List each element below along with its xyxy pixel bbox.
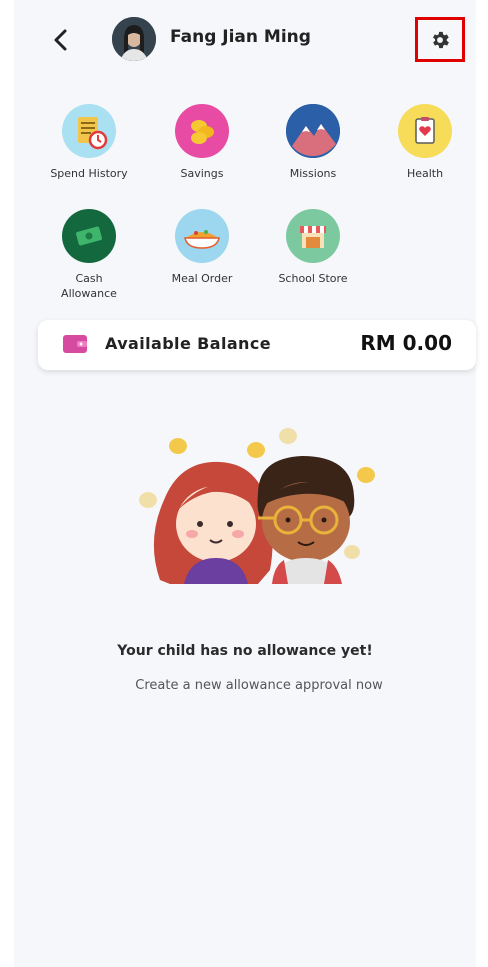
menu-label: School Store <box>278 272 348 285</box>
menu-item-missions[interactable]: Missions <box>263 104 363 181</box>
empty-state-title: Your child has no allowance yet! <box>117 643 373 659</box>
back-button[interactable] <box>48 24 76 56</box>
balance-card[interactable]: Available Balance RM 0.00 <box>38 320 476 370</box>
cash-allowance-icon <box>62 209 116 263</box>
user-name: Fang Jian Ming <box>170 27 311 47</box>
wallet-icon <box>63 335 87 353</box>
menu-label: Missions <box>289 167 337 180</box>
empty-state-subtitle: Create a new allowance approval now <box>135 678 383 693</box>
menu-item-health[interactable]: Health <box>375 104 475 181</box>
school-store-icon <box>286 209 340 263</box>
menu-label: Spend History <box>50 167 128 180</box>
menu-label: Meal Order <box>171 272 233 285</box>
menu-label: Health <box>406 167 444 180</box>
balance-value: RM 0.00 <box>360 331 452 355</box>
spend-history-icon <box>62 104 116 158</box>
meal-order-icon <box>175 209 229 263</box>
avatar[interactable] <box>112 17 156 61</box>
children-illustration <box>139 428 375 584</box>
menu-item-meal-order[interactable]: Meal Order <box>152 209 252 286</box>
menu-item-spend-history[interactable]: Spend History <box>39 104 139 181</box>
menu-item-cash-allowance[interactable]: Cash Allowance <box>39 209 139 301</box>
menu-item-school-store[interactable]: School Store <box>263 209 363 286</box>
missions-mountain-icon <box>286 104 340 158</box>
settings-button[interactable] <box>415 17 465 62</box>
health-heart-icon <box>398 104 452 158</box>
chevron-left-icon <box>54 29 67 51</box>
gear-icon <box>433 31 449 48</box>
savings-coins-icon <box>175 104 229 158</box>
menu-label: Savings <box>180 167 224 180</box>
balance-label: Available Balance <box>105 334 271 353</box>
menu-label: Cash Allowance <box>61 272 117 300</box>
menu-item-savings[interactable]: Savings <box>152 104 252 181</box>
